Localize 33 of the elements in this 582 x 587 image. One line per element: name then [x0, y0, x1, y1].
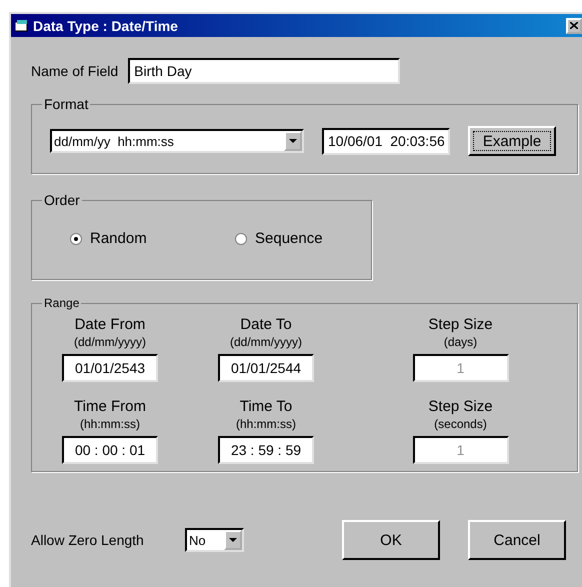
format-hint: (hh:mm:ss) — [80, 417, 140, 431]
name-input[interactable]: Birth Day — [128, 58, 400, 84]
format-hint: (seconds) — [434, 417, 487, 431]
radio-label: Random — [90, 230, 147, 247]
range-label: Step Size — [428, 398, 493, 415]
allow-zero-label: Allow Zero Length — [31, 532, 145, 548]
field-label: Name of Field — [31, 63, 118, 79]
format-hint: (hh:mm:ss) — [236, 417, 296, 431]
format-hint: (dd/mm/yyyy) — [74, 335, 146, 349]
allow-zero-dropdown[interactable]: No — [185, 528, 244, 552]
ok-button[interactable]: OK — [342, 520, 440, 560]
dropdown-value: No — [188, 532, 207, 548]
format-hint: (days) — [444, 335, 478, 349]
range-label: Date To — [240, 316, 292, 333]
cancel-button[interactable]: Cancel — [468, 520, 566, 560]
range-label: Step Size — [428, 316, 493, 333]
radio-label: Sequence — [255, 230, 323, 247]
range-label: Time From — [74, 398, 146, 415]
format-hint: (dd/mm/yyyy) — [230, 335, 302, 349]
range-label: Date From — [74, 316, 146, 333]
example-field[interactable]: 10/06/01 20:03:56 — [322, 128, 450, 154]
window-title: Data Type : Date/Time — [33, 18, 179, 34]
range-input[interactable]: 01/01/2544 — [218, 354, 314, 382]
range-input[interactable]: 00 : 00 : 01 — [62, 436, 158, 464]
format-dropdown[interactable]: dd/mm/yy hh:mm:ss — [50, 129, 304, 153]
range-input[interactable]: 01/01/2543 — [62, 354, 158, 382]
range-label: Time To — [240, 398, 292, 415]
dropdown-value: dd/mm/yy hh:mm:ss — [53, 134, 175, 148]
group-label: Format — [43, 96, 90, 112]
group-label: Range — [43, 296, 80, 310]
range-input[interactable]: 23 : 59 : 59 — [218, 436, 314, 464]
example-button[interactable]: Example — [468, 126, 556, 156]
group-label: Order — [43, 192, 81, 208]
